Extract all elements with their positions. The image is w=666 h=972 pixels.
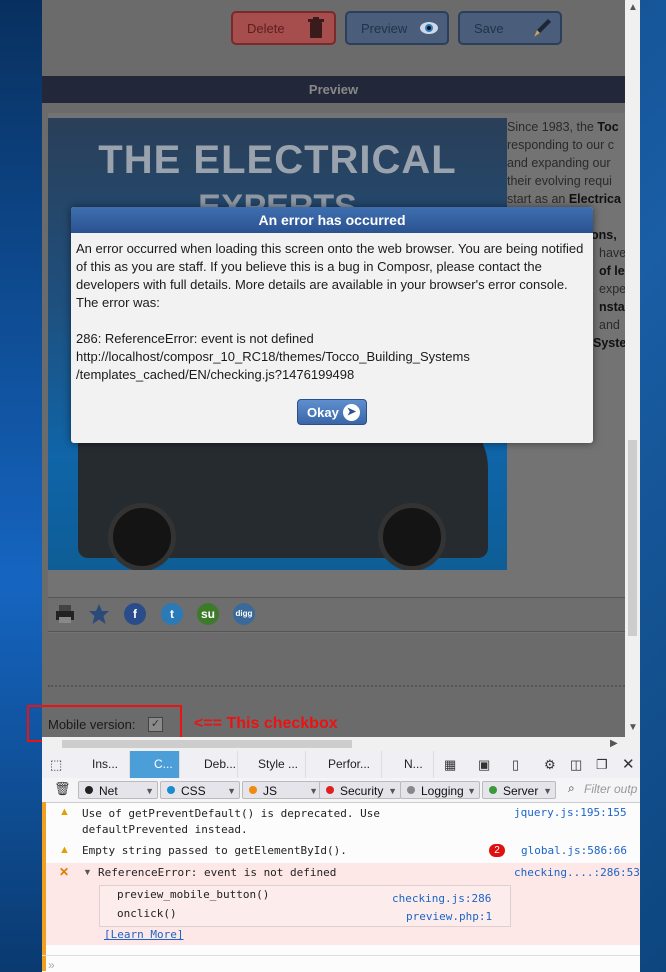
filter-js[interactable]: JS ▼ bbox=[242, 781, 322, 799]
dock-icon[interactable]: ◫ bbox=[570, 757, 582, 773]
scroll-thumb[interactable] bbox=[628, 440, 637, 636]
stack-frame: preview_mobile_button() bbox=[117, 888, 270, 901]
browser-window: Delete Preview Save Preview THE ELECTRIC… bbox=[27, 0, 640, 972]
console-warning: Use of getPreventDefault() is deprecated… bbox=[82, 807, 381, 836]
van-wheel bbox=[108, 503, 176, 570]
stack-frame-link[interactable]: preview.php:1 bbox=[406, 910, 492, 923]
pencil-icon bbox=[534, 19, 551, 37]
scroll-right-icon[interactable]: ▶ bbox=[610, 738, 618, 749]
message-source-link[interactable]: jquery.js:195:155 bbox=[514, 806, 627, 819]
layout-icon[interactable]: ▦ bbox=[444, 757, 456, 773]
settings-gear-icon[interactable]: ⚙ bbox=[544, 757, 556, 773]
share-bar: f t su digg bbox=[48, 597, 625, 632]
arrow-right-icon: ➤ bbox=[343, 404, 360, 421]
console-input-divider bbox=[42, 955, 640, 956]
okay-label: Okay bbox=[307, 405, 339, 420]
save-button-label: Save bbox=[474, 21, 504, 36]
inspect-picker-icon[interactable]: ⬚ bbox=[50, 757, 62, 773]
facebook-icon[interactable]: f bbox=[124, 603, 146, 625]
console-error: ReferenceError: event is not defined bbox=[98, 866, 337, 879]
filter-net[interactable]: Net ▼ bbox=[78, 781, 158, 799]
close-icon[interactable]: ✕ bbox=[622, 755, 635, 773]
tab-style-editor[interactable]: Style ... bbox=[238, 751, 306, 778]
preview-button-label: Preview bbox=[361, 21, 408, 36]
message-source-link[interactable]: checking....:286:53 bbox=[514, 866, 640, 879]
console-warning: Empty string passed to getElementById(). bbox=[82, 844, 347, 857]
tab-network[interactable]: N... bbox=[382, 751, 434, 778]
message-source-link[interactable]: global.js:586:66 bbox=[521, 844, 627, 857]
expand-triangle-icon[interactable]: ▼ bbox=[83, 867, 92, 877]
error-url-line: /templates_cached/EN/checking.js?1476199… bbox=[76, 367, 355, 382]
page-viewport: Delete Preview Save Preview THE ELECTRIC… bbox=[42, 0, 625, 737]
repeat-count-badge: 2 bbox=[489, 844, 505, 857]
responsive-design-icon[interactable]: ▯ bbox=[512, 757, 519, 773]
tab-console[interactable]: C... bbox=[130, 751, 180, 778]
learn-more-link[interactable]: [Learn More] bbox=[104, 928, 183, 941]
search-icon: ⌕ bbox=[568, 781, 575, 795]
error-dialog-body: An error occurred when loading this scre… bbox=[71, 233, 593, 384]
filter-server[interactable]: Server ▼ bbox=[482, 781, 556, 799]
filter-security[interactable]: Security ▼ bbox=[319, 781, 401, 799]
delete-button-label: Delete bbox=[247, 21, 285, 36]
banner-title: THE ELECTRICAL bbox=[98, 138, 457, 182]
horizontal-scroll-thumb[interactable] bbox=[62, 740, 352, 748]
twitter-icon[interactable]: t bbox=[161, 603, 183, 625]
scratchpad-icon[interactable]: ▣ bbox=[478, 757, 490, 773]
scroll-up-icon[interactable]: ▲ bbox=[628, 2, 638, 13]
filter-logging[interactable]: Logging ▼ bbox=[400, 781, 480, 799]
trash-icon bbox=[308, 17, 324, 38]
error-detail: 286: ReferenceError: event is not define… bbox=[76, 331, 314, 346]
error-url-line: http://localhost/composr_10_RC18/themes/… bbox=[76, 349, 470, 364]
tab-performance[interactable]: Perfor... bbox=[306, 751, 382, 778]
stack-frame-link[interactable]: checking.js:286 bbox=[392, 892, 491, 905]
okay-button[interactable]: Okay ➤ bbox=[297, 399, 367, 425]
divider bbox=[48, 685, 625, 687]
save-button[interactable]: Save bbox=[458, 11, 562, 45]
tab-inspector[interactable]: Ins... bbox=[68, 751, 130, 778]
favorite-star-icon[interactable] bbox=[88, 602, 110, 626]
devtools-panel: ⬚ Ins... C... Deb... Style ... Perfor...… bbox=[42, 751, 640, 972]
stumbleupon-icon[interactable]: su bbox=[197, 603, 219, 625]
delete-button[interactable]: Delete bbox=[231, 11, 336, 45]
warning-icon: ▲ bbox=[59, 844, 70, 856]
filter-css[interactable]: CSS ▼ bbox=[160, 781, 240, 799]
error-dialog: An error has occurred An error occurred … bbox=[71, 207, 593, 443]
vertical-scrollbar[interactable]: ▲ ▼ bbox=[625, 0, 640, 737]
preview-button[interactable]: Preview bbox=[345, 11, 449, 45]
print-icon[interactable] bbox=[54, 603, 76, 625]
console-filter-bar: 🗑 Net ▼ CSS ▼ JS ▼ Security ▼ Logging ▼ Serve… bbox=[42, 778, 640, 803]
clear-console-icon[interactable]: 🗑 bbox=[54, 781, 71, 797]
eye-icon bbox=[420, 22, 438, 34]
error-dialog-title: An error has occurred bbox=[71, 207, 593, 233]
undock-icon[interactable]: ❐ bbox=[596, 757, 608, 773]
devtools-tabs: ⬚ Ins... C... Deb... Style ... Perfor...… bbox=[42, 751, 640, 779]
warning-icon: ▲ bbox=[59, 806, 70, 818]
annotation-text: <== This checkbox bbox=[194, 715, 338, 732]
error-icon: ✕ bbox=[59, 865, 70, 879]
van-wheel bbox=[378, 503, 446, 570]
desktop-edge bbox=[0, 0, 42, 972]
digg-icon[interactable]: digg bbox=[233, 603, 255, 625]
error-message: An error occurred when loading this scre… bbox=[76, 241, 584, 310]
stack-frame: onclick() bbox=[117, 907, 177, 920]
filter-output-input[interactable]: Filter outp bbox=[584, 782, 640, 799]
scroll-down-icon[interactable]: ▼ bbox=[628, 722, 638, 733]
console-prompt-icon[interactable]: » bbox=[48, 958, 55, 972]
horizontal-scrollbar[interactable]: ▶ bbox=[42, 737, 640, 751]
tab-debugger[interactable]: Deb... bbox=[180, 751, 238, 778]
preview-header: Preview bbox=[42, 76, 625, 103]
